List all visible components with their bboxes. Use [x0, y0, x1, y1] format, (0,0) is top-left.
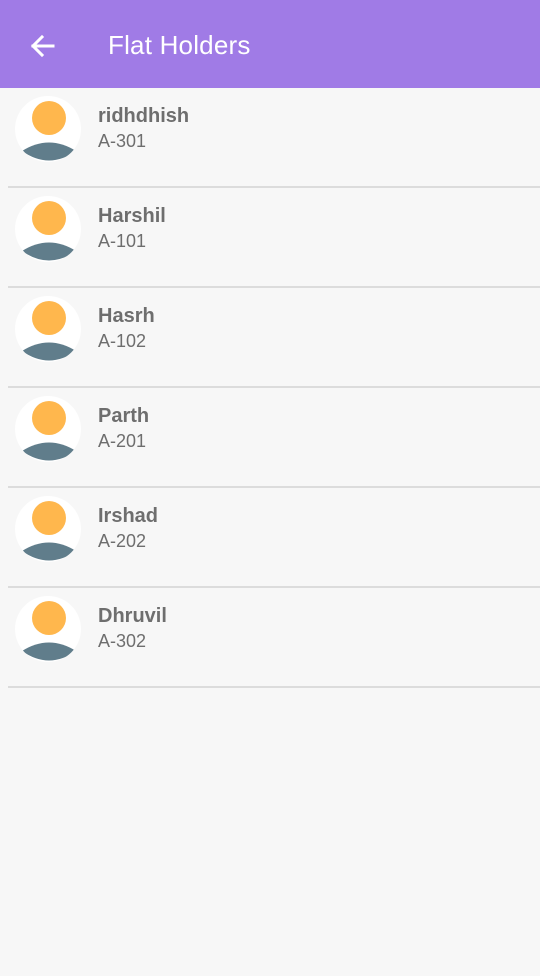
user-avatar-icon	[15, 496, 81, 562]
flat-number: A-101	[98, 231, 147, 251]
list-item[interactable]: Irshad A-202	[8, 488, 540, 588]
user-avatar-icon	[15, 196, 81, 262]
user-avatar-icon	[15, 296, 81, 362]
arrow-left-icon	[30, 34, 55, 58]
app-bar: Flat Holders	[0, 0, 540, 88]
flat-number: A-201	[98, 431, 147, 451]
holder-name: Irshad	[98, 505, 159, 527]
list-item[interactable]: Harshil A-101	[8, 188, 540, 288]
flat-number: A-102	[98, 331, 147, 351]
holder-name: Parth	[98, 405, 150, 427]
page-title: Flat Holders	[108, 30, 251, 60]
list-item[interactable]: Dhruvil A-302	[8, 588, 540, 688]
holder-name: Dhruvil	[98, 605, 167, 627]
list-item[interactable]: ridhdhish A-301	[8, 88, 540, 188]
user-avatar-icon	[15, 596, 81, 662]
back-button[interactable]	[22, 26, 62, 66]
list-item[interactable]: Parth A-201	[8, 388, 540, 488]
list-item[interactable]: Hasrh A-102	[8, 288, 540, 388]
flat-number: A-302	[98, 631, 147, 651]
holder-name: ridhdhish	[98, 105, 190, 127]
flat-number: A-301	[98, 131, 147, 151]
flat-holder-list: ridhdhish A-301 Harshil A-101 Hasrh A-10…	[0, 88, 540, 688]
holder-name: Hasrh	[98, 305, 155, 327]
user-avatar-icon	[15, 396, 81, 462]
user-avatar-icon	[15, 96, 81, 162]
flat-number: A-202	[98, 531, 147, 551]
holder-name: Harshil	[98, 205, 166, 227]
